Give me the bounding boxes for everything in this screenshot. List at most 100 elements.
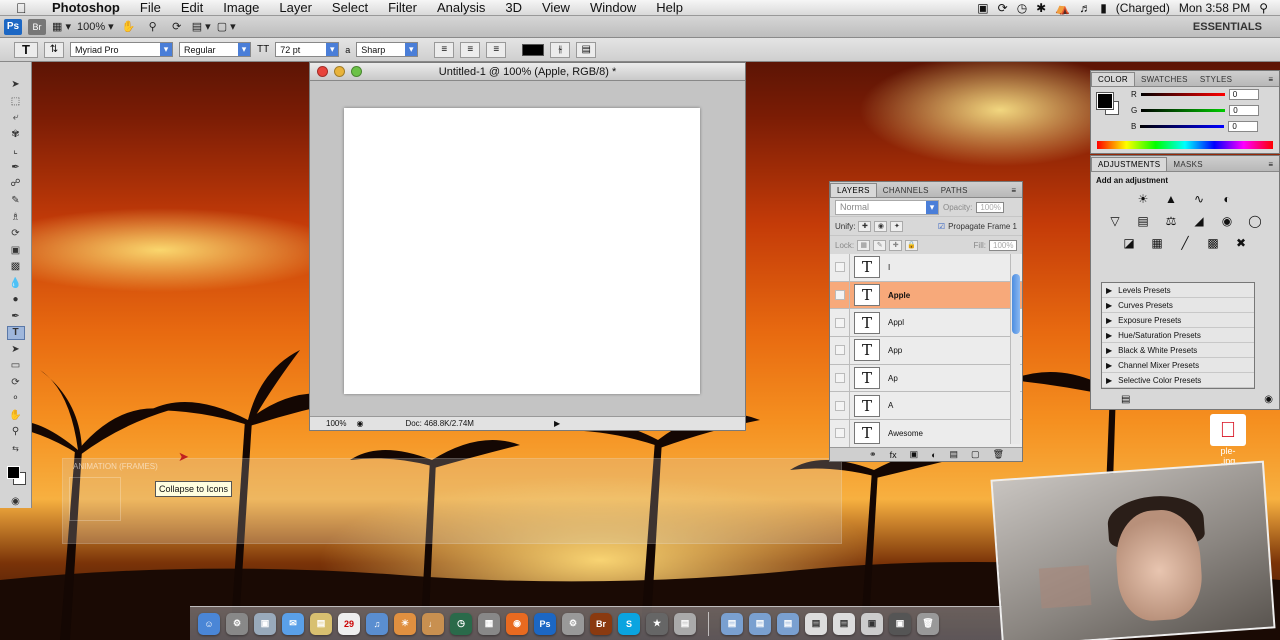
layer-row[interactable]: T App xyxy=(830,337,1022,365)
posterize-icon[interactable]: ▦ xyxy=(1148,235,1166,251)
fill-field[interactable]: 100% xyxy=(989,239,1017,251)
foreground-background-colors[interactable] xyxy=(5,464,27,486)
camera-icon[interactable]: ▣ xyxy=(977,1,988,15)
green-value[interactable]: 0 xyxy=(1229,105,1260,116)
adjustments-panel-menu-icon[interactable]: ≡ xyxy=(1262,158,1279,171)
3d-rotate-tool-icon[interactable]: ⟳ xyxy=(7,376,25,390)
marquee-tool-icon[interactable]: ⬚ xyxy=(7,95,25,109)
iphoto-icon[interactable]: ☀ xyxy=(394,612,416,635)
preset-levels[interactable]: ▶ Levels Presets xyxy=(1102,283,1254,298)
photoshop-dock-icon[interactable]: Ps xyxy=(534,612,556,635)
warp-text-icon[interactable]: ⫳ xyxy=(550,41,571,58)
expand-arrow-icon[interactable]: ▶ xyxy=(1106,361,1112,370)
rotate-view-icon[interactable]: ⟳ xyxy=(168,19,186,35)
animation-frame-thumbnail[interactable] xyxy=(69,477,121,521)
preset-hue-saturation[interactable]: ▶ Hue/Saturation Presets xyxy=(1102,328,1254,343)
status-bar-icon[interactable]: ◉ xyxy=(356,419,363,428)
layer-name[interactable]: Apple xyxy=(888,291,910,300)
hand-tool-icon-2[interactable]: ✋ xyxy=(7,409,25,423)
font-style-select[interactable]: Regular xyxy=(179,42,251,57)
curves-icon[interactable]: ∿ xyxy=(1190,191,1208,207)
layer-row[interactable]: T A xyxy=(830,392,1022,421)
green-slider[interactable] xyxy=(1141,109,1226,112)
threshold-icon[interactable]: ╱ xyxy=(1176,235,1194,251)
layer-visibility-toggle[interactable] xyxy=(830,337,850,364)
vibrance-icon[interactable]: ▽ xyxy=(1106,213,1124,229)
layer-visibility-toggle[interactable] xyxy=(830,392,850,420)
text-color-swatch[interactable] xyxy=(522,43,545,56)
applications-folder-icon[interactable]: ▤ xyxy=(721,612,743,635)
align-right-icon[interactable]: ≡ xyxy=(486,41,507,58)
pen-tool-icon[interactable]: ✒ xyxy=(7,309,25,323)
battery-status[interactable]: (Charged) xyxy=(1116,1,1170,15)
lock-pixels-icon[interactable]: ✎ xyxy=(873,239,887,251)
layer-visibility-toggle[interactable] xyxy=(830,309,850,337)
tab-swatches[interactable]: SWATCHES xyxy=(1135,73,1194,86)
system-preferences-icon[interactable]: ⚙ xyxy=(226,612,248,635)
documents-folder-icon[interactable]: ▤ xyxy=(749,612,771,635)
tab-layers[interactable]: LAYERS xyxy=(830,183,877,197)
tab-color[interactable]: COLOR xyxy=(1091,72,1135,86)
levels-icon[interactable]: ▲ xyxy=(1162,191,1180,207)
layer-visibility-toggle[interactable] xyxy=(830,420,850,447)
zoom-tool-icon[interactable]: ⚲ xyxy=(144,19,162,35)
lock-transparent-icon[interactable]: ▦ xyxy=(857,239,871,251)
preset-black-white[interactable]: ▶ Black & White Presets xyxy=(1102,343,1254,358)
hand-tool-icon[interactable]: ✋ xyxy=(120,19,138,35)
type-tool-preset-icon[interactable]: T xyxy=(14,41,38,58)
unify-visibility-icon[interactable]: ◉ xyxy=(874,220,888,232)
adjustment-layer-icon[interactable]: ◐ xyxy=(931,450,936,460)
delete-layer-icon[interactable]: 🗑 xyxy=(993,449,1004,460)
firefox-icon[interactable]: ◉ xyxy=(506,612,528,635)
new-layer-icon[interactable]: ▢ xyxy=(971,449,980,460)
color-spectrum-bar[interactable] xyxy=(1097,141,1273,149)
unify-style-icon[interactable]: ✦ xyxy=(890,220,904,232)
brightness-contrast-icon[interactable]: ☀ xyxy=(1134,191,1152,207)
time-machine-icon[interactable]: ◷ xyxy=(1017,1,1027,15)
toggle-orientation-icon[interactable]: ⇅ xyxy=(44,41,64,58)
move-tool-icon[interactable]: ➤ xyxy=(7,78,25,92)
color-balance-icon[interactable]: ⚖ xyxy=(1162,213,1180,229)
view-extras-button[interactable]: ▦ ▾ xyxy=(52,19,71,35)
workspace-switcher[interactable]: ESSENTIALS xyxy=(1193,21,1262,33)
tab-styles[interactable]: STYLES xyxy=(1194,73,1238,86)
menu-select[interactable]: Select xyxy=(322,0,378,15)
layers-scrollbar[interactable] xyxy=(1010,254,1020,444)
animation-panel[interactable]: ANIMATION (FRAMES) xyxy=(62,458,842,544)
status-menu-arrow-icon[interactable]: ▶ xyxy=(554,419,560,428)
layer-visibility-toggle[interactable] xyxy=(830,254,850,281)
volume-icon[interactable]: ♬ xyxy=(1079,1,1091,15)
document-canvas[interactable] xyxy=(344,108,700,394)
dodge-tool-icon[interactable]: ● xyxy=(7,293,25,307)
expand-arrow-icon[interactable]: ▶ xyxy=(1106,346,1112,355)
channel-mixer-icon[interactable]: ◯ xyxy=(1246,213,1264,229)
lock-all-icon[interactable]: 🔒 xyxy=(905,239,919,251)
menu-window[interactable]: Window xyxy=(580,0,646,15)
blur-tool-icon[interactable]: 💧 xyxy=(7,276,25,290)
menu-view[interactable]: View xyxy=(532,0,580,15)
shape-tool-icon[interactable]: ▭ xyxy=(7,359,25,373)
menu-3d[interactable]: 3D xyxy=(495,0,532,15)
layer-row[interactable]: T Ap xyxy=(830,364,1022,393)
selective-color-icon[interactable]: ✖ xyxy=(1232,235,1250,251)
font-size-select[interactable]: 72 pt xyxy=(275,42,340,57)
menu-app-photoshop[interactable]: Photoshop xyxy=(42,0,130,15)
garageband-icon[interactable]: ♩ xyxy=(422,612,444,635)
eyedropper-tool-icon[interactable]: ✒ xyxy=(7,161,25,175)
healing-brush-tool-icon[interactable]: ☍ xyxy=(7,177,25,191)
exposure-icon[interactable]: ◐ xyxy=(1218,191,1236,207)
layer-name[interactable]: Ap xyxy=(888,374,898,383)
link-layers-icon[interactable]: ⚭ xyxy=(869,449,877,460)
opacity-field[interactable]: 100% xyxy=(976,201,1005,213)
layer-name[interactable]: Appl xyxy=(888,318,904,327)
expand-arrow-icon[interactable]: ▶ xyxy=(1106,331,1112,340)
expand-arrow-icon[interactable]: ▶ xyxy=(1106,376,1112,385)
itunes-icon[interactable]: ♫ xyxy=(366,612,388,635)
imovie-icon[interactable]: ★ xyxy=(646,612,668,635)
color-foreground-swatch[interactable] xyxy=(1096,92,1114,110)
zoom-level-select[interactable]: 100% ▾ xyxy=(77,19,114,35)
layer-name[interactable]: App xyxy=(888,346,902,355)
foreground-color-swatch[interactable] xyxy=(6,466,20,480)
menu-edit[interactable]: Edit xyxy=(171,0,213,15)
clock[interactable]: Mon 3:58 PM xyxy=(1179,1,1250,15)
